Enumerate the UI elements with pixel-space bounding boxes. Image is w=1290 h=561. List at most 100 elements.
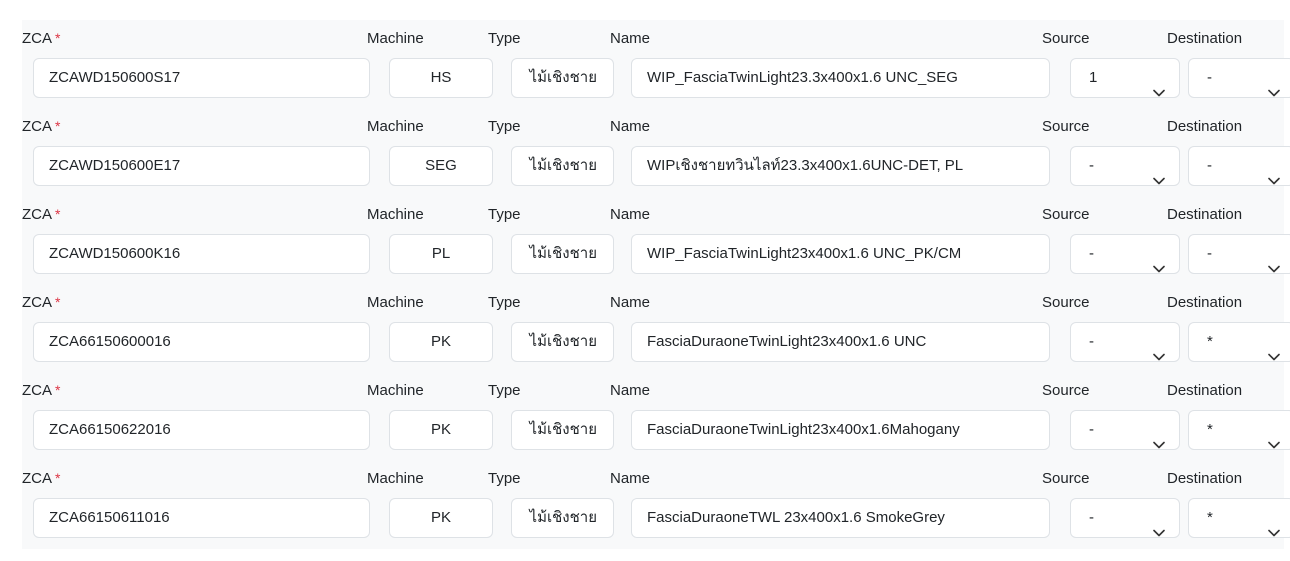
zca-label: ZCA * xyxy=(22,30,61,47)
name-input[interactable]: WIP_FasciaTwinLight23x400x1.6 UNC_PK/CM xyxy=(631,234,1050,274)
name-input[interactable]: WIPเชิงชายทวินไลท์23.3x400x1.6UNC-DET, P… xyxy=(631,146,1050,186)
destination-select[interactable]: * xyxy=(1188,498,1290,538)
machine-input[interactable]: PK xyxy=(389,498,493,538)
name-input[interactable]: FasciaDuraoneTwinLight23x400x1.6 UNC xyxy=(631,322,1050,362)
machine-input[interactable]: PK xyxy=(389,322,493,362)
destination-value: - xyxy=(1207,157,1212,174)
destination-value: * xyxy=(1207,509,1213,526)
machine-label: Machine xyxy=(367,118,424,135)
zca-label: ZCA * xyxy=(22,470,61,487)
form-row: ZCA * Machine Type Name Source Destinatio… xyxy=(22,460,1290,548)
destination-select[interactable]: * xyxy=(1188,322,1290,362)
zca-label: ZCA * xyxy=(22,206,61,223)
type-input[interactable]: ไม้เชิงชาย xyxy=(511,234,614,274)
zca-input[interactable]: ZCAWD150600E17 xyxy=(33,146,370,186)
type-label: Type xyxy=(488,118,521,135)
type-label: Type xyxy=(488,382,521,399)
type-input[interactable]: ไม้เชิงชาย xyxy=(511,58,614,98)
machine-input[interactable]: PK xyxy=(389,410,493,450)
source-label: Source xyxy=(1042,206,1090,223)
machine-input[interactable]: HS xyxy=(389,58,493,98)
chevron-down-icon xyxy=(1153,74,1165,97)
type-label: Type xyxy=(488,470,521,487)
destination-select[interactable]: - xyxy=(1188,58,1290,98)
machine-label: Machine xyxy=(367,30,424,47)
type-input[interactable]: ไม้เชิงชาย xyxy=(511,322,614,362)
source-select[interactable]: - xyxy=(1070,322,1180,362)
zca-label: ZCA * xyxy=(22,294,61,311)
source-label: Source xyxy=(1042,470,1090,487)
name-label: Name xyxy=(610,294,651,311)
machine-label: Machine xyxy=(367,294,424,311)
chevron-down-icon xyxy=(1268,162,1280,185)
destination-value: * xyxy=(1207,333,1213,350)
machine-label: Machine xyxy=(367,206,424,223)
chevron-down-icon xyxy=(1268,338,1280,361)
source-select[interactable]: - xyxy=(1070,234,1180,274)
machine-input[interactable]: SEG xyxy=(389,146,493,186)
chevron-down-icon xyxy=(1153,162,1165,185)
type-input[interactable]: ไม้เชิงชาย xyxy=(511,146,614,186)
destination-value: - xyxy=(1207,245,1212,262)
name-label: Name xyxy=(610,470,651,487)
chevron-down-icon xyxy=(1268,74,1280,97)
source-value: - xyxy=(1089,157,1094,174)
machine-label: Machine xyxy=(367,382,424,399)
name-input[interactable]: FasciaDuraoneTWL 23x400x1.6 SmokeGrey xyxy=(631,498,1050,538)
form-row: ZCA * Machine Type Name Source Destinatio… xyxy=(22,108,1290,196)
destination-label: Destination xyxy=(1167,206,1243,223)
zca-label: ZCA * xyxy=(22,382,61,399)
source-select[interactable]: - xyxy=(1070,146,1180,186)
source-select[interactable]: 1 xyxy=(1070,58,1180,98)
zca-input[interactable]: ZCA66150600016 xyxy=(33,322,370,362)
type-label: Type xyxy=(488,206,521,223)
destination-label: Destination xyxy=(1167,118,1243,135)
name-input[interactable]: FasciaDuraoneTwinLight23x400x1.6Mahogany xyxy=(631,410,1050,450)
zca-input[interactable]: ZCAWD150600S17 xyxy=(33,58,370,98)
source-value: - xyxy=(1089,509,1094,526)
form-panel: ZCA * Machine Type Name Source Destinatio… xyxy=(22,20,1290,549)
name-label: Name xyxy=(610,118,651,135)
chevron-down-icon xyxy=(1268,426,1280,449)
destination-value: - xyxy=(1207,69,1212,86)
destination-value: * xyxy=(1207,421,1213,438)
form-row: ZCA * Machine Type Name Source Destinatio… xyxy=(22,196,1290,284)
source-value: 1 xyxy=(1089,69,1098,86)
destination-label: Destination xyxy=(1167,294,1243,311)
source-select[interactable]: - xyxy=(1070,498,1180,538)
zca-label: ZCA * xyxy=(22,118,61,135)
type-input[interactable]: ไม้เชิงชาย xyxy=(511,410,614,450)
chevron-down-icon xyxy=(1153,426,1165,449)
form-row: ZCA * Machine Type Name Source Destinatio… xyxy=(22,372,1290,460)
zca-input[interactable]: ZCAWD150600K16 xyxy=(33,234,370,274)
type-label: Type xyxy=(488,294,521,311)
chevron-down-icon xyxy=(1268,514,1280,537)
required-mark: * xyxy=(55,382,61,398)
source-label: Source xyxy=(1042,294,1090,311)
destination-select[interactable]: - xyxy=(1188,146,1290,186)
destination-label: Destination xyxy=(1167,30,1243,47)
source-label: Source xyxy=(1042,118,1090,135)
name-label: Name xyxy=(610,30,651,47)
source-value: - xyxy=(1089,245,1094,262)
type-input[interactable]: ไม้เชิงชาย xyxy=(511,498,614,538)
name-label: Name xyxy=(610,382,651,399)
required-mark: * xyxy=(55,30,61,46)
form-row: ZCA * Machine Type Name Source Destinatio… xyxy=(22,284,1290,372)
chevron-down-icon xyxy=(1153,338,1165,361)
form-row: ZCA * Machine Type Name Source Destinatio… xyxy=(22,20,1290,108)
zca-input[interactable]: ZCA66150622016 xyxy=(33,410,370,450)
name-label: Name xyxy=(610,206,651,223)
destination-select[interactable]: - xyxy=(1188,234,1290,274)
source-label: Source xyxy=(1042,30,1090,47)
source-select[interactable]: - xyxy=(1070,410,1180,450)
machine-label: Machine xyxy=(367,470,424,487)
destination-label: Destination xyxy=(1167,382,1243,399)
zca-input[interactable]: ZCA66150611016 xyxy=(33,498,370,538)
name-input[interactable]: WIP_FasciaTwinLight23.3x400x1.6 UNC_SEG xyxy=(631,58,1050,98)
chevron-down-icon xyxy=(1153,250,1165,273)
chevron-down-icon xyxy=(1153,514,1165,537)
destination-select[interactable]: * xyxy=(1188,410,1290,450)
machine-input[interactable]: PL xyxy=(389,234,493,274)
chevron-down-icon xyxy=(1268,250,1280,273)
